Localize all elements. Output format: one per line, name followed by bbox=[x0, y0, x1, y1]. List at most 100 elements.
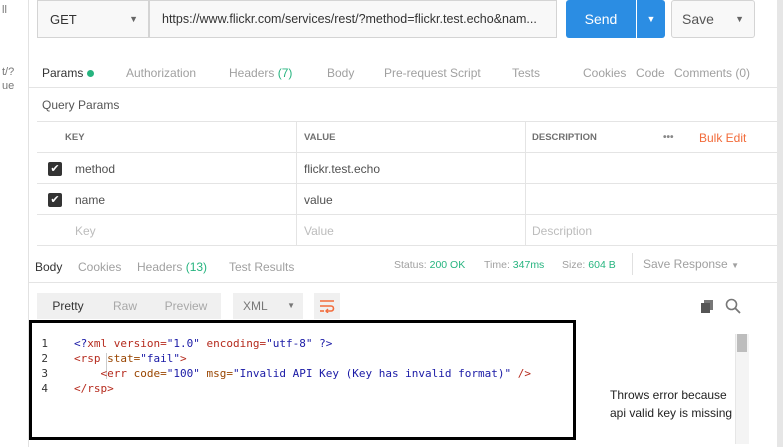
param-key[interactable]: name bbox=[75, 184, 105, 215]
code-line: 2 <rsp stat="fail"> bbox=[32, 351, 531, 366]
table-row: ✔ name value bbox=[37, 184, 777, 215]
token: encoding= bbox=[199, 337, 267, 350]
tab-authorization[interactable]: Authorization bbox=[126, 66, 196, 80]
save-response-button[interactable]: Save Response ▼ bbox=[643, 257, 739, 271]
code-link[interactable]: Code bbox=[636, 66, 665, 80]
tab-body[interactable]: Body bbox=[327, 66, 354, 80]
token: code= bbox=[127, 367, 167, 380]
token: "100" bbox=[166, 367, 200, 380]
copy-icon[interactable] bbox=[701, 300, 713, 313]
param-value[interactable]: value bbox=[304, 184, 333, 215]
tab-response-headers-label: Headers bbox=[137, 260, 183, 274]
token: ?> bbox=[312, 337, 333, 350]
save-label: Save bbox=[682, 11, 714, 27]
token: <err bbox=[100, 367, 128, 380]
param-key[interactable]: method bbox=[75, 153, 115, 184]
status-label: Status: bbox=[394, 259, 427, 271]
sidebar-fragment-2: t/? bbox=[2, 66, 15, 78]
url-input[interactable]: https://www.flickr.com/services/rest/?me… bbox=[149, 0, 557, 38]
token: <rsp bbox=[74, 352, 101, 365]
tab-response-body[interactable]: Body bbox=[35, 260, 62, 274]
tab-params-label: Params bbox=[42, 66, 84, 80]
sidebar-fragment-3: ue bbox=[2, 80, 15, 92]
token: > bbox=[180, 352, 187, 365]
code-line: 4 </rsp> bbox=[32, 381, 531, 396]
tab-response-cookies[interactable]: Cookies bbox=[78, 260, 121, 274]
save-response-label: Save Response bbox=[643, 257, 728, 271]
format-select[interactable]: XML ▼ bbox=[233, 293, 303, 319]
chevron-down-icon: ▼ bbox=[735, 14, 744, 24]
headers-count: (7) bbox=[277, 66, 293, 80]
key-placeholder[interactable]: Key bbox=[75, 215, 96, 246]
chevron-down-icon: ▼ bbox=[287, 301, 295, 310]
tab-headers-label: Headers bbox=[229, 66, 275, 80]
status-readout: Status: 200 OK bbox=[394, 259, 465, 271]
time-value: 347ms bbox=[512, 259, 545, 271]
token: "1.0" bbox=[166, 337, 200, 350]
view-preview-button[interactable]: Preview bbox=[151, 293, 221, 319]
checkbox-checked-icon[interactable]: ✔ bbox=[48, 193, 62, 207]
params-table: KEY VALUE DESCRIPTION ••• Bulk Edit ✔ me… bbox=[37, 121, 777, 246]
request-tabs: Params Authorization Headers (7) Body Pr… bbox=[29, 50, 783, 88]
size-value: 604 B bbox=[588, 259, 616, 271]
response-code-box: 1 <?xml version="1.0" encoding="utf-8" ?>… bbox=[29, 320, 576, 440]
code-line: 1 <?xml version="1.0" encoding="utf-8" ?> bbox=[32, 336, 531, 351]
time-readout: Time: 347ms bbox=[484, 259, 544, 271]
size-label: Size: bbox=[562, 259, 586, 271]
left-sidebar-edge: ll t/? ue bbox=[0, 0, 29, 447]
token: "fail" bbox=[140, 352, 180, 365]
method-select[interactable]: GET ▼ bbox=[37, 0, 149, 38]
divider bbox=[632, 253, 633, 275]
method-value: GET bbox=[50, 11, 77, 27]
send-options-chevron-icon[interactable]: ▼ bbox=[637, 0, 665, 38]
sidebar-fragment-1: ll bbox=[2, 4, 7, 16]
scrollbar-thumb[interactable] bbox=[737, 334, 747, 352]
query-params-title: Query Params bbox=[42, 98, 120, 112]
time-label: Time: bbox=[484, 259, 510, 271]
tab-headers[interactable]: Headers (7) bbox=[229, 66, 292, 80]
table-row: ✔ method flickr.test.echo bbox=[37, 153, 777, 184]
send-button[interactable]: Send bbox=[566, 0, 636, 38]
tab-tests[interactable]: Tests bbox=[512, 66, 540, 80]
status-value: 200 OK bbox=[429, 259, 466, 271]
token: msg= bbox=[199, 367, 233, 380]
tab-params[interactable]: Params bbox=[42, 66, 95, 80]
response-headers-count: (13) bbox=[185, 260, 208, 274]
save-button[interactable]: Save ▼ bbox=[671, 0, 755, 38]
annotation-line-1: Throws error because bbox=[610, 388, 727, 402]
chevron-down-icon: ▼ bbox=[129, 14, 138, 24]
cookies-link[interactable]: Cookies bbox=[583, 66, 626, 80]
more-options-icon[interactable]: ••• bbox=[663, 122, 674, 153]
checkbox-checked-icon[interactable]: ✔ bbox=[48, 162, 62, 176]
token: /> bbox=[511, 367, 532, 380]
token: <? bbox=[74, 337, 88, 350]
column-description: DESCRIPTION bbox=[532, 132, 597, 143]
size-readout: Size: 604 B bbox=[562, 259, 616, 271]
view-pretty-button[interactable]: Pretty bbox=[37, 293, 99, 319]
tab-test-results[interactable]: Test Results bbox=[229, 260, 294, 274]
tab-response-headers[interactable]: Headers (13) bbox=[137, 260, 207, 274]
search-icon[interactable] bbox=[725, 298, 741, 314]
table-header-row: KEY VALUE DESCRIPTION ••• Bulk Edit bbox=[37, 122, 777, 153]
view-raw-button[interactable]: Raw bbox=[99, 293, 151, 319]
description-placeholder[interactable]: Description bbox=[532, 215, 592, 246]
bulk-edit-link[interactable]: Bulk Edit bbox=[699, 122, 746, 153]
token: </rsp> bbox=[74, 382, 114, 395]
line-number: 1 bbox=[41, 337, 48, 350]
comments-link[interactable]: Comments (0) bbox=[674, 66, 750, 80]
response-tabs: Body Cookies Headers (13) Test Results S… bbox=[29, 247, 783, 283]
annotation-line-2: api valid key is missing bbox=[610, 406, 733, 420]
param-value[interactable]: flickr.test.echo bbox=[304, 153, 380, 184]
code-editor[interactable]: 1 <?xml version="1.0" encoding="utf-8" ?>… bbox=[32, 336, 531, 396]
chevron-down-icon: ▼ bbox=[731, 261, 739, 270]
tab-prerequest-script[interactable]: Pre-request Script bbox=[384, 66, 481, 80]
url-value: https://www.flickr.com/services/rest/?me… bbox=[162, 12, 537, 26]
window-scrollbar[interactable] bbox=[777, 0, 783, 447]
column-value: VALUE bbox=[304, 132, 336, 143]
wrap-lines-icon[interactable] bbox=[314, 293, 340, 319]
table-row-new: Key Value Description bbox=[37, 215, 777, 246]
token: stat= bbox=[100, 352, 141, 365]
code-line: 3 <err code="100" msg="Invalid API Key (… bbox=[32, 366, 531, 381]
value-placeholder[interactable]: Value bbox=[304, 215, 334, 246]
column-key: KEY bbox=[65, 132, 85, 143]
